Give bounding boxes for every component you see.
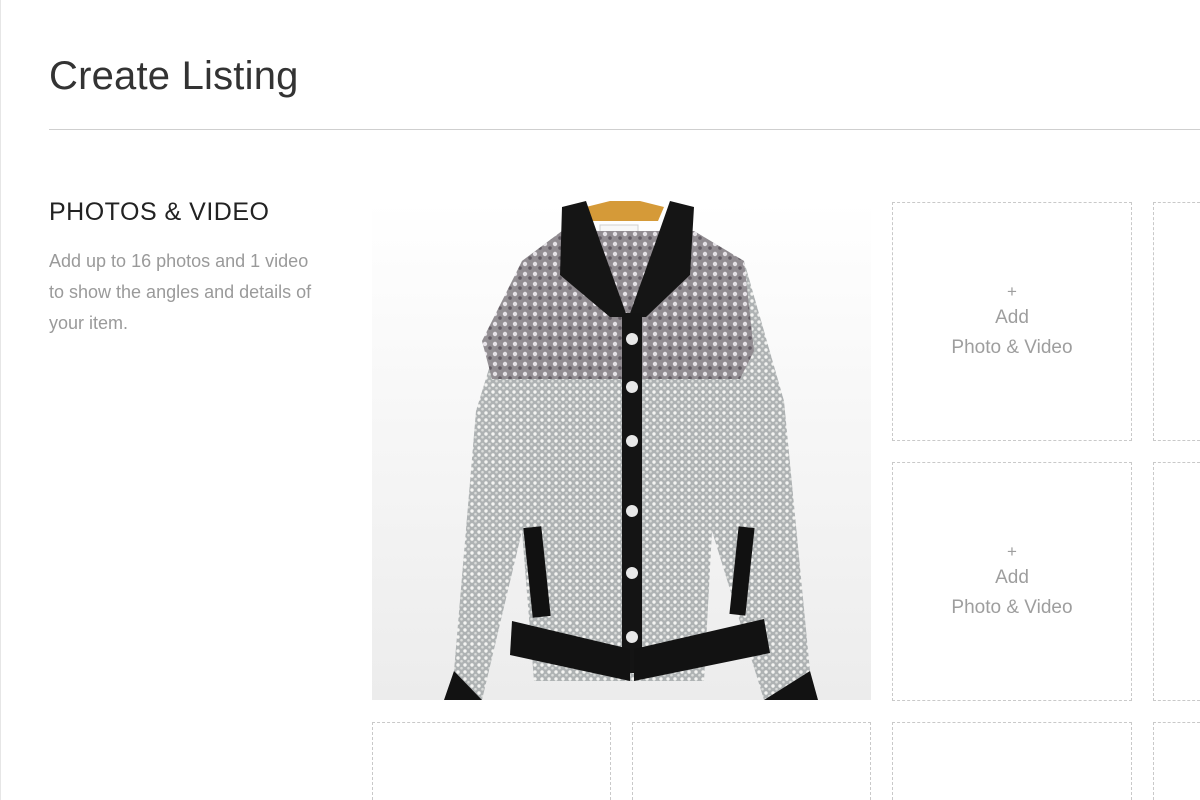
left-border [0, 0, 1, 800]
section-title: PHOTOS & VIDEO [49, 198, 270, 226]
title-divider [49, 129, 1200, 130]
page-title: Create Listing [49, 54, 299, 98]
create-listing-page: Create Listing PHOTOS & VIDEO Add up to … [0, 0, 1200, 800]
photo-slot-bottom[interactable] [632, 722, 871, 800]
plus-icon: + [1007, 541, 1017, 561]
add-photo-video-slot[interactable]: + Add Photo & Video [892, 462, 1132, 701]
jacket-photo-image [372, 201, 871, 700]
photo-slot-bottom[interactable] [1153, 722, 1200, 800]
slot-add-label: Add [995, 306, 1029, 328]
plus-icon: + [1007, 281, 1017, 301]
main-photo[interactable] [372, 201, 871, 700]
slot-sub-label: Photo & Video [951, 336, 1073, 358]
photo-slot-partial[interactable] [1153, 462, 1200, 701]
photo-slot-bottom[interactable] [372, 722, 611, 800]
slot-add-label: Add [995, 566, 1029, 588]
slot-sub-label: Photo & Video [951, 596, 1073, 618]
add-photo-video-slot[interactable]: + Add Photo & Video [892, 202, 1132, 441]
photo-slot-bottom[interactable] [892, 722, 1132, 800]
section-description: Add up to 16 photos and 1 video to show … [49, 251, 312, 333]
photo-slot-partial[interactable] [1153, 202, 1200, 441]
